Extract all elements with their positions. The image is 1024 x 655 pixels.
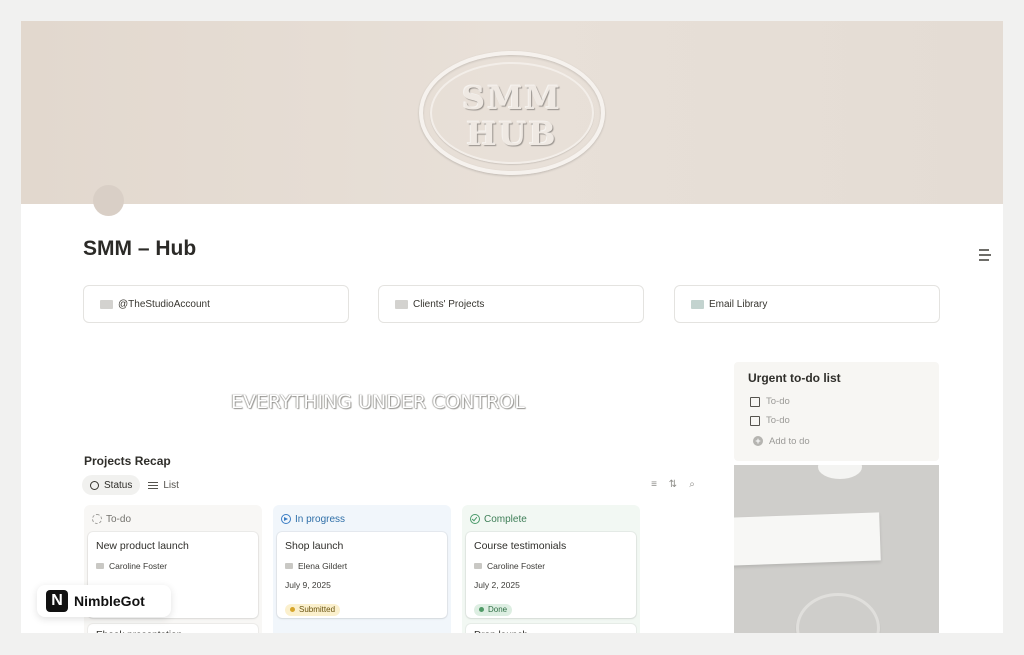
view-tabs: Status List	[82, 475, 187, 495]
checkbox[interactable]	[750, 415, 760, 426]
page-title[interactable]: SMM – Hub	[83, 237, 196, 261]
smm-hub-logo: SMM HUB	[419, 51, 605, 175]
folder-icon	[100, 299, 113, 309]
projects-recap-title[interactable]: Projects Recap	[84, 454, 171, 468]
board-column-in-progress: In progress Shop launch Elena Gildert Ju…	[273, 505, 451, 633]
todo-status-icon	[92, 514, 102, 524]
board-card[interactable]: Ebook presentation	[88, 624, 258, 633]
urgent-todo-callout: Urgent to-do list To-do To-do + Add to d…	[734, 362, 939, 461]
card-person: Caroline Foster	[96, 561, 250, 571]
photo-ribbon	[734, 512, 881, 566]
photo-seal	[796, 593, 880, 633]
in-progress-icon	[281, 514, 291, 524]
board-card[interactable]: Shop launch Elena Gildert July 9, 2025 S…	[277, 532, 447, 618]
person-icon	[474, 563, 482, 569]
cover-image: SMM HUB	[21, 21, 1003, 204]
tab-status[interactable]: Status	[82, 475, 141, 495]
link-label: Email Library	[709, 298, 768, 310]
card-title: Shop launch	[285, 540, 344, 552]
watermark-text: NimbleGot	[74, 593, 145, 609]
status-label: Done	[488, 605, 508, 614]
plus-icon: +	[753, 436, 763, 446]
table-of-contents-icon[interactable]	[979, 249, 991, 264]
list-icon	[148, 480, 159, 491]
card-person: Caroline Foster	[474, 561, 628, 571]
card-title: New product launch	[96, 540, 189, 552]
decorative-photo	[734, 465, 939, 633]
column-header[interactable]: Complete	[466, 511, 636, 527]
link-label: Clients' Projects	[413, 298, 485, 310]
add-todo-label: Add to do	[769, 435, 810, 447]
card-date: July 9, 2025	[285, 580, 331, 590]
add-todo-button[interactable]: + Add to do	[748, 430, 925, 452]
check-circle-icon	[470, 514, 480, 524]
checkbox[interactable]	[750, 396, 760, 407]
todo-list-title[interactable]: Urgent to-do list	[748, 371, 925, 385]
column-label: In progress	[295, 513, 346, 525]
person-icon	[96, 563, 104, 569]
board-card[interactable]: Course testimonials Caroline Foster July…	[466, 532, 636, 618]
card-person: Elena Gildert	[285, 561, 439, 571]
logo-text-top: SMM	[462, 79, 562, 117]
status-badge: Submitted	[285, 603, 341, 616]
tagline: EVERYTHING UNDER CONTROL	[231, 391, 525, 413]
notion-page: SMM HUB SMM – Hub @TheStudioAccount Clie…	[21, 21, 1003, 633]
link-clients-projects[interactable]: Clients' Projects	[378, 285, 644, 323]
person-name: Elena Gildert	[298, 561, 348, 571]
link-label: @TheStudioAccount	[118, 298, 210, 310]
tab-label: Status	[104, 479, 133, 491]
sort-icon[interactable]: ⇅	[668, 479, 678, 490]
page-icon[interactable]	[93, 185, 124, 216]
link-studio-account[interactable]: @TheStudioAccount	[83, 285, 349, 323]
person-icon	[285, 563, 293, 569]
column-header[interactable]: To-do	[88, 511, 258, 527]
photo-tag-hole	[818, 465, 862, 479]
board-card[interactable]: Drop launch	[466, 624, 636, 633]
column-label: Complete	[484, 513, 527, 525]
search-icon[interactable]: ⌕	[687, 479, 697, 490]
status-dot-icon	[290, 607, 295, 612]
status-dot-icon	[479, 607, 484, 612]
todo-placeholder: To-do	[766, 415, 790, 426]
person-name: Caroline Foster	[109, 561, 168, 571]
logo-text-bottom: HUB	[466, 115, 558, 153]
link-email-library[interactable]: Email Library	[674, 285, 940, 323]
board-column-complete: Complete Course testimonials Caroline Fo…	[462, 505, 640, 633]
card-date: July 2, 2025	[474, 580, 520, 590]
column-header[interactable]: In progress	[277, 511, 447, 527]
column-label: To-do	[106, 513, 132, 525]
filter-icon[interactable]: ≡	[649, 479, 659, 490]
nimblegot-logo-icon: N	[46, 590, 68, 612]
status-label: Submitted	[299, 605, 336, 614]
todo-item[interactable]: To-do	[748, 411, 925, 430]
database-tools: ≡ ⇅ ⌕	[649, 479, 697, 490]
todo-placeholder: To-do	[766, 396, 790, 407]
person-name: Caroline Foster	[487, 561, 546, 571]
folder-icon	[691, 299, 704, 309]
status-circle-icon	[90, 480, 99, 490]
card-title: Course testimonials	[474, 540, 567, 552]
nimblegot-watermark: N NimbleGot	[37, 585, 171, 617]
status-badge: Done	[474, 603, 513, 616]
folder-icon	[395, 299, 408, 309]
todo-item[interactable]: To-do	[748, 392, 925, 411]
tab-list[interactable]: List	[140, 475, 187, 495]
tab-label: List	[163, 479, 179, 491]
